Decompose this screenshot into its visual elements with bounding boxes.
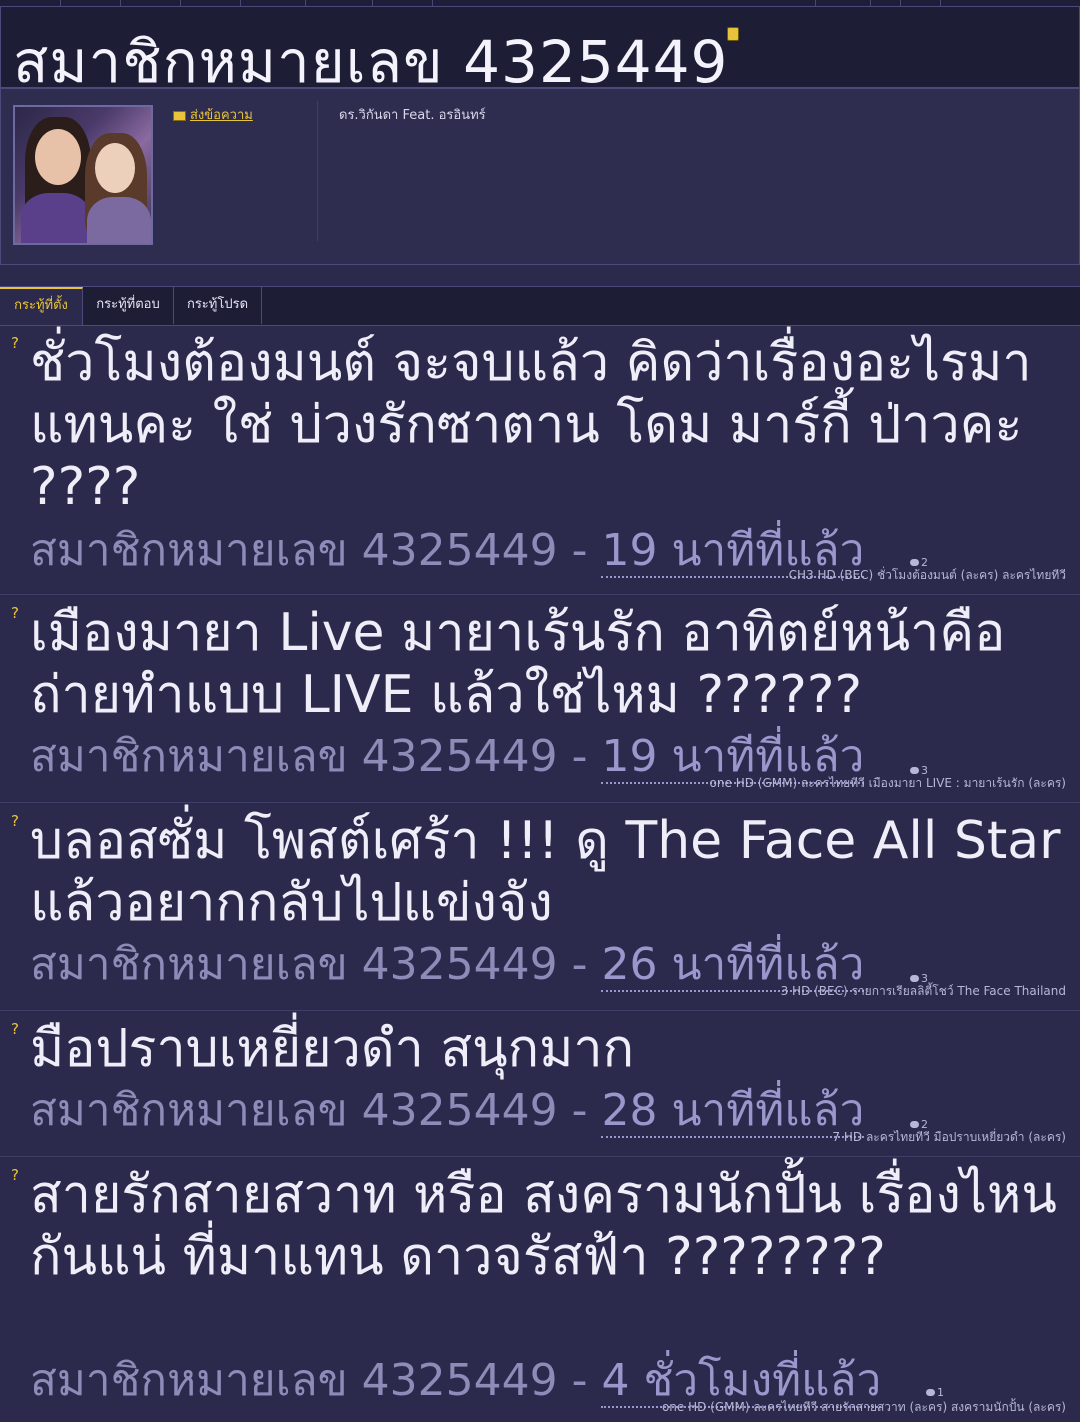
topic-tags[interactable]: one HD (GMM) ละครไทยทีวี สายรักสายสวาท (…: [662, 1398, 1066, 1417]
tab-favorite-topics[interactable]: กระทู้โปรด: [174, 287, 262, 324]
comment-icon: [926, 1389, 935, 1396]
topic-time: 28 นาทีที่แล้ว: [601, 1085, 865, 1138]
topic-row: ? เมืองมายา Live มายาเร้นรัก อาทิตย์หน้า…: [0, 596, 1080, 803]
comment-icon: [910, 767, 919, 774]
topic-row: ? สายรักสายสวาท หรือ สงครามนักปั้น เรื่อ…: [0, 1158, 1080, 1422]
topic-title[interactable]: ชั่วโมงต้องมนต์ จะจบแล้ว คิดว่าเรื่องอะไ…: [30, 332, 1070, 518]
topic-title[interactable]: มือปราบเหยี่ยวดำ สนุกมาก: [30, 1018, 1070, 1080]
envelope-icon: [173, 111, 186, 121]
member-badge-icon: [727, 27, 739, 41]
question-icon: ?: [11, 334, 19, 352]
tab-created-topics[interactable]: กระทู้ที่ตั้ง: [0, 287, 83, 325]
question-icon: ?: [11, 1020, 19, 1038]
comment-icon: [910, 559, 919, 566]
topic-author[interactable]: สมาชิกหมายเลข 4325449: [30, 525, 558, 576]
topic-tags[interactable]: CH3 HD (BEC) ชั่วโมงต้องมนต์ (ละคร) ละคร…: [789, 566, 1066, 585]
meta-separator: -: [571, 1355, 588, 1406]
meta-separator: -: [571, 1085, 588, 1136]
meta-separator: -: [571, 939, 588, 990]
tab-replied-topics[interactable]: กระทู้ที่ตอบ: [83, 287, 174, 324]
topic-tabs: กระทู้ที่ตั้ง กระทู้ที่ตอบ กระทู้โปรด: [0, 286, 1080, 326]
topic-row: ? บลอสซั่ม โพสต์เศร้า !!! ดู The Face Al…: [0, 804, 1080, 1011]
divider: [317, 101, 318, 241]
topic-title[interactable]: บลอสซั่ม โพสต์เศร้า !!! ดู The Face All …: [30, 810, 1070, 934]
send-message-link[interactable]: ส่งข้อความ: [190, 104, 253, 125]
topic-row: ? ชั่วโมงต้องมนต์ จะจบแล้ว คิดว่าเรื่องอ…: [0, 326, 1080, 595]
meta-separator: -: [571, 731, 588, 782]
question-icon: ?: [11, 604, 19, 622]
question-icon: ?: [11, 812, 19, 830]
comment-icon: [910, 975, 919, 982]
profile-signature: ดร.วิกันดา Feat. อรอินทร์: [339, 108, 486, 123]
topic-author[interactable]: สมาชิกหมายเลข 4325449: [30, 939, 558, 990]
topic-tags[interactable]: one HD (GMM) ละครไทยทีวี เมืองมายา LIVE …: [710, 774, 1066, 793]
topic-row: ? มือปราบเหยี่ยวดำ สนุกมาก สมาชิกหมายเลข…: [0, 1012, 1080, 1157]
topic-author[interactable]: สมาชิกหมายเลข 4325449: [30, 731, 558, 782]
topic-author[interactable]: สมาชิกหมายเลข 4325449: [30, 1085, 558, 1136]
topic-author[interactable]: สมาชิกหมายเลข 4325449: [30, 1355, 558, 1406]
avatar[interactable]: [13, 105, 153, 245]
profile-panel: ส่งข้อความ ดร.วิกันดา Feat. อรอินทร์: [0, 88, 1080, 265]
meta-separator: -: [571, 525, 588, 576]
topic-title[interactable]: สายรักสายสวาท หรือ สงครามนักปั้น เรื่องไ…: [30, 1164, 1070, 1288]
topic-title[interactable]: เมืองมายา Live มายาเร้นรัก อาทิตย์หน้าคื…: [30, 602, 1070, 726]
topic-meta: สมาชิกหมายเลข 4325449 - 26 นาทีที่แล้ว: [30, 939, 865, 992]
topic-meta: สมาชิกหมายเลข 4325449 - 19 นาทีที่แล้ว: [30, 525, 865, 578]
topic-meta: สมาชิกหมายเลข 4325449 - 28 นาทีที่แล้ว: [30, 1085, 865, 1138]
topic-tags[interactable]: 7 HD ละครไทยทีวี มือปราบเหยี่ยวดำ (ละคร): [832, 1128, 1066, 1147]
topic-tags[interactable]: 3 HD (BEC) รายการเรียลลิตี้โชว์ The Face…: [781, 982, 1066, 1001]
comment-icon: [910, 1121, 919, 1128]
question-icon: ?: [11, 1166, 19, 1184]
page-header: สมาชิกหมายเลข 4325449: [0, 6, 1080, 96]
